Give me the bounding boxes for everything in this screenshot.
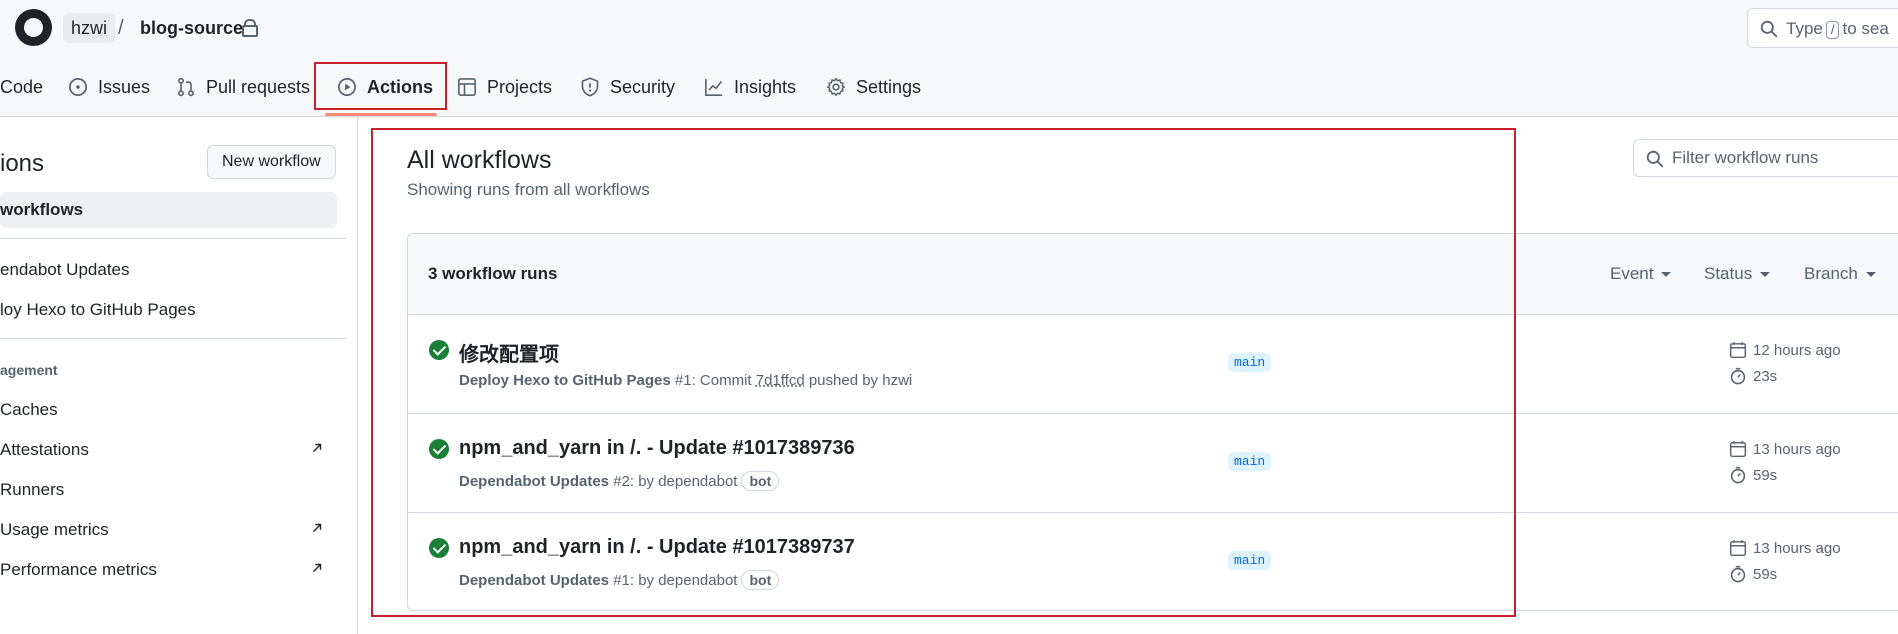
- triangle-down-icon: [1865, 272, 1876, 278]
- tab-security[interactable]: Security: [580, 70, 675, 104]
- play-icon: [337, 77, 357, 97]
- sidebar-item-deploy-hexo[interactable]: loy Hexo to GitHub Pages: [0, 292, 196, 328]
- sidebar-title: ions: [0, 150, 45, 177]
- branch-label[interactable]: main: [1228, 551, 1272, 570]
- check-circle-fill-icon: [429, 340, 449, 360]
- calendar-icon: [1729, 440, 1747, 458]
- run-duration: 59s: [1729, 466, 1777, 484]
- calendar-icon: [1729, 539, 1747, 557]
- sidebar-item-runners[interactable]: Runners: [0, 472, 64, 508]
- sidebar-item-dependabot-updates[interactable]: endabot Updates: [0, 252, 130, 288]
- tab-code[interactable]: Code: [0, 70, 43, 104]
- owner-link[interactable]: hzwi: [63, 13, 116, 43]
- issue-opened-icon: [68, 77, 88, 97]
- bot-badge: bot: [741, 471, 780, 491]
- stopwatch-icon: [1729, 367, 1747, 385]
- check-circle-fill-icon: [429, 538, 449, 558]
- run-duration: 59s: [1729, 565, 1777, 583]
- run-meta: Dependabot Updates #1: by dependabot bot: [459, 570, 780, 590]
- page-subtitle: Showing runs from all workflows: [407, 180, 650, 199]
- graph-icon: [704, 77, 724, 97]
- workflow-run-row[interactable]: 修改配置项 Deploy Hexo to GitHub Pages #1: Co…: [408, 315, 1898, 414]
- triangle-down-icon: [1661, 272, 1672, 278]
- commit-sha-link[interactable]: 7d1ffcd: [756, 372, 805, 389]
- search-icon: [1760, 20, 1778, 38]
- branch-label[interactable]: main: [1228, 452, 1272, 471]
- sidebar-item-usage-metrics[interactable]: Usage metrics: [0, 512, 109, 548]
- sidebar-item-attestations[interactable]: Attestations: [0, 432, 89, 468]
- link-external-icon: [310, 521, 324, 535]
- stopwatch-icon: [1729, 565, 1747, 583]
- new-workflow-button[interactable]: New workflow: [207, 145, 336, 179]
- run-duration: 23s: [1729, 367, 1777, 385]
- run-meta: Deploy Hexo to GitHub Pages #1: Commit 7…: [459, 372, 913, 389]
- sidebar-separator: [0, 238, 346, 239]
- branch-label[interactable]: main: [1228, 353, 1272, 372]
- runs-list-header: 3 workflow runs Event Status Branch: [408, 234, 1898, 315]
- filter-input[interactable]: [1672, 148, 1898, 168]
- run-title[interactable]: npm_and_yarn in /. - Update #1017389737: [459, 536, 855, 559]
- run-title[interactable]: npm_and_yarn in /. - Update #1017389736: [459, 437, 855, 460]
- calendar-icon: [1729, 341, 1747, 359]
- tab-pull-requests[interactable]: Pull requests: [176, 70, 310, 104]
- workflow-name[interactable]: Dependabot Updates: [459, 473, 609, 490]
- table-icon: [457, 77, 477, 97]
- global-search[interactable]: Type / to sea: [1747, 8, 1898, 48]
- check-circle-fill-icon: [429, 439, 449, 459]
- path-separator: /: [118, 17, 124, 39]
- stopwatch-icon: [1729, 466, 1747, 484]
- triangle-down-icon: [1760, 272, 1771, 278]
- bot-badge: bot: [741, 570, 780, 590]
- search-icon: [1646, 150, 1664, 168]
- run-timestamp: 13 hours ago: [1729, 440, 1841, 458]
- link-external-icon: [310, 441, 324, 455]
- sidebar-item-performance-metrics[interactable]: Performance metrics: [0, 552, 157, 588]
- git-pull-request-icon: [176, 77, 196, 97]
- global-search-placeholder: Type / to sea: [1786, 19, 1889, 39]
- slash-key-hint: /: [1825, 21, 1840, 39]
- tab-actions[interactable]: Actions: [337, 70, 433, 104]
- tab-issues[interactable]: Issues: [68, 70, 150, 104]
- tab-projects[interactable]: Projects: [457, 70, 552, 104]
- workflow-runs-list: 3 workflow runs Event Status Branch 修改配置…: [407, 233, 1898, 611]
- run-meta: Dependabot Updates #2: by dependabot bot: [459, 471, 780, 491]
- shield-icon: [580, 77, 600, 97]
- repo-header: hzwi / blog-source Type / to sea Code Issu…: [0, 0, 1898, 117]
- event-filter-button[interactable]: Event: [1610, 264, 1672, 284]
- gear-icon: [826, 77, 846, 97]
- runs-count: 3 workflow runs: [428, 264, 558, 283]
- run-timestamp: 13 hours ago: [1729, 539, 1841, 557]
- sidebar-separator: [0, 338, 346, 339]
- workflow-name[interactable]: Dependabot Updates: [459, 572, 609, 589]
- tab-insights[interactable]: Insights: [704, 70, 796, 104]
- filter-workflow-runs[interactable]: [1633, 139, 1898, 177]
- workflow-run-row[interactable]: npm_and_yarn in /. - Update #1017389737 …: [408, 513, 1898, 610]
- lock-icon: [242, 19, 258, 37]
- github-logo-icon[interactable]: [15, 9, 52, 46]
- sidebar-item-all-workflows[interactable]: workflows: [0, 192, 337, 228]
- link-external-icon: [310, 561, 324, 575]
- active-tab-underline: [325, 113, 437, 116]
- tab-settings[interactable]: Settings: [826, 70, 921, 104]
- workflow-run-row[interactable]: npm_and_yarn in /. - Update #1017389736 …: [408, 414, 1898, 513]
- run-timestamp: 12 hours ago: [1729, 341, 1841, 359]
- page-title: All workflows: [407, 146, 552, 174]
- repo-link[interactable]: blog-source: [140, 13, 243, 43]
- management-heading: agement: [0, 362, 58, 378]
- run-title[interactable]: 修改配置项: [459, 338, 559, 367]
- workflow-name[interactable]: Deploy Hexo to GitHub Pages: [459, 372, 671, 389]
- sidebar-divider: [357, 117, 358, 634]
- status-filter-button[interactable]: Status: [1704, 264, 1771, 284]
- sidebar-item-caches[interactable]: Caches: [0, 392, 58, 428]
- branch-filter-button[interactable]: Branch: [1804, 264, 1876, 284]
